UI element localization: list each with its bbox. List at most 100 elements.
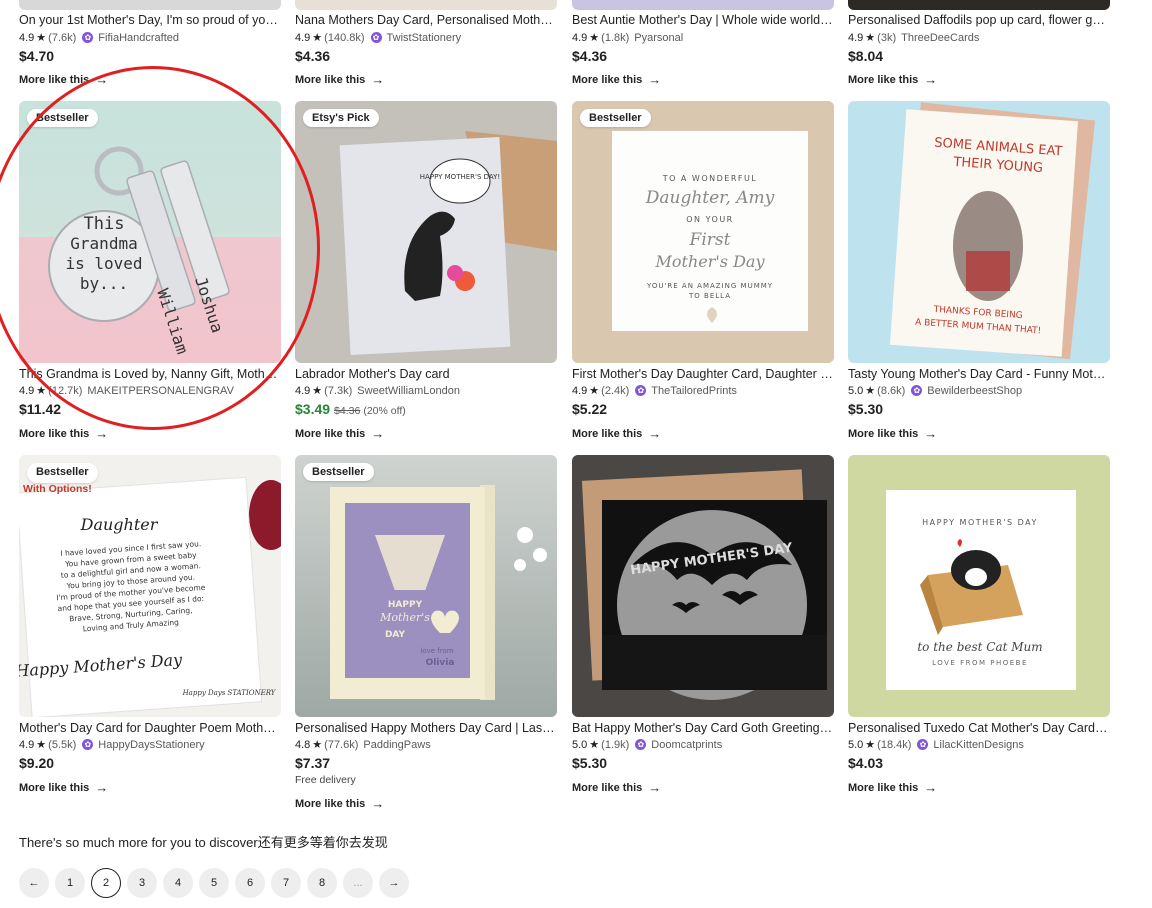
shop-name[interactable]: Pyarsonal [634,32,683,44]
product-title[interactable]: Mother's Day Card for Daughter Poem Moth… [19,721,281,735]
more-label: More like this [572,427,643,440]
more-label: More like this [848,427,919,440]
more-label: More like this [19,781,90,794]
card-line: TO BELLA [688,292,731,300]
next-page-button[interactable]: → [379,868,409,898]
shop-name[interactable]: TheTailoredPrints [651,385,737,397]
more-like-this-link[interactable]: More like this → [295,426,384,441]
product-price: $4.70 [19,48,55,64]
product-title[interactable]: On your 1st Mother's Day, I'm so proud o… [19,13,281,27]
page-button-current[interactable]: 2 [91,868,121,898]
product-image[interactable] [295,0,557,10]
rating-value: 4.9 [19,31,35,44]
original-price: $4.36 [334,405,361,417]
more-like-this-link[interactable]: More like this → [19,426,108,441]
product-image[interactable] [848,0,1110,10]
more-like-this-link[interactable]: More like this → [295,72,384,87]
star-seller-icon: ✿ [917,739,929,750]
product-title[interactable]: Personalised Happy Mothers Day Card | La… [295,721,557,735]
shop-name[interactable]: ThreeDeeCards [901,32,979,44]
shop-name[interactable]: BewilderbeestShop [927,385,1022,397]
shop-name[interactable]: HappyDaysStationery [98,739,204,751]
arrow-right-icon: → [648,780,662,795]
review-count: (140.8k) [324,31,365,44]
shop-name[interactable]: FifiaHandcrafted [98,32,179,44]
more-like-this-link[interactable]: More like this → [848,72,937,87]
star-seller-icon: ✿ [82,32,94,43]
product-image[interactable]: HAPPY MOTHER'S DAY to the best Cat Mum L… [848,455,1110,717]
shop-name[interactable]: Doomcatprints [651,739,722,751]
page-button[interactable]: 5 [199,868,229,898]
product-title[interactable]: Tasty Young Mother's Day Card - Funny Mo… [848,367,1110,381]
more-like-this-link[interactable]: More like this → [572,72,661,87]
product-image[interactable]: TO A WONDERFUL Daughter, Amy ON YOUR Fir… [572,101,834,363]
more-like-this-link[interactable]: More like this → [19,780,108,795]
star-icon: ★ [36,385,47,397]
review-count: (1.8k) [601,31,630,44]
product-price: $8.04 [848,48,884,64]
page-button[interactable]: 6 [235,868,265,898]
product-title[interactable]: Nana Mothers Day Card, Personalised Moth… [295,13,557,27]
more-label: More like this [572,73,643,86]
product-image[interactable] [19,0,281,10]
more-like-this-link[interactable]: More like this → [295,796,384,811]
page-button[interactable]: 3 [127,868,157,898]
product-title[interactable]: Labrador Mother's Day card [295,367,557,381]
page-button[interactable]: 4 [163,868,193,898]
product-image[interactable]: HAPPY MOTHER'S DAY [572,455,834,717]
product-image[interactable]: HAPPY MOTHER'S DAY! Etsy's Pick [295,101,557,363]
shop-name[interactable]: PaddingPaws [363,739,430,751]
review-count: (5.5k) [48,738,77,751]
more-like-this-link[interactable]: More like this → [848,426,937,441]
page-button[interactable]: 7 [271,868,301,898]
product-title[interactable]: First Mother's Day Daughter Card, Daught… [572,367,834,381]
daughter-card-illustration: TO A WONDERFUL Daughter, Amy ON YOUR Fir… [612,131,808,331]
product-image[interactable]: Daughter I have loved you since I first … [19,455,281,717]
shop-name[interactable]: LilacKittenDesigns [933,739,1024,751]
more-label: More like this [295,797,366,810]
star-seller-icon: ✿ [370,32,382,43]
product-price: $5.30 [572,755,608,771]
card-line: Mother's [379,611,430,624]
page-button[interactable]: 1 [55,868,85,898]
more-like-this-link[interactable]: More like this → [19,72,108,87]
rating-value: 4.9 [295,31,311,44]
prev-page-button[interactable]: ← [19,868,49,898]
arrow-right-icon: → [95,72,109,87]
more-like-this-link[interactable]: More like this → [848,780,937,795]
pagination-ellipsis: ... [343,868,373,898]
bestseller-badge: Bestseller [580,109,651,127]
star-icon: ★ [312,739,323,751]
arrow-right-icon: → [924,426,938,441]
etsys-pick-badge: Etsy's Pick [303,109,379,127]
shop-name[interactable]: MAKEITPERSONALENGRAV [87,385,234,397]
arrow-right-icon: → [95,780,109,795]
product-meta: 4.9 ★ (12.7k) MAKEITPERSONALENGRAV [19,384,234,398]
more-like-this-link[interactable]: More like this → [572,426,661,441]
more-label: More like this [295,73,366,86]
product-title[interactable]: Personalised Daffodils pop up card, flow… [848,13,1110,27]
rat-card-illustration: SOME ANIMALS EAT THEIR YOUNG THANKS FOR … [889,102,1096,360]
star-icon: ★ [36,739,47,751]
product-meta: 4.8 ★ (77.6k) PaddingPaws [295,738,431,752]
shop-name[interactable]: TwistStationery [387,32,462,44]
shop-name[interactable]: SweetWilliamLondon [357,385,460,397]
product-image[interactable]: SOME ANIMALS EAT THEIR YOUNG THANKS FOR … [848,101,1110,363]
product-title[interactable]: Bat Happy Mother's Day Card Goth Greetin… [572,721,834,735]
star-icon: ★ [312,385,323,397]
product-image[interactable]: HAPPY Mother's DAY love from Olivia Best… [295,455,557,717]
product-image[interactable]: This Grandma is loved by... William Josh… [19,101,281,363]
product-title[interactable]: This Grandma is Loved by, Nanny Gift, Mo… [19,367,281,381]
arrow-right-icon: → [924,72,938,87]
star-seller-icon: ✿ [635,385,647,396]
product-title[interactable]: Best Auntie Mother's Day | Whole wide wo… [572,13,834,27]
review-count: (18.4k) [877,738,912,751]
page-button[interactable]: 8 [307,868,337,898]
cat-card-illustration: HAPPY MOTHER'S DAY to the best Cat Mum L… [886,490,1076,690]
more-like-this-link[interactable]: More like this → [572,780,661,795]
arrow-right-icon: → [924,780,938,795]
review-count: (7.6k) [48,31,77,44]
product-price: $5.30 [848,401,884,417]
product-title[interactable]: Personalised Tuxedo Cat Mother's Day Car… [848,721,1110,735]
product-image[interactable] [572,0,834,10]
